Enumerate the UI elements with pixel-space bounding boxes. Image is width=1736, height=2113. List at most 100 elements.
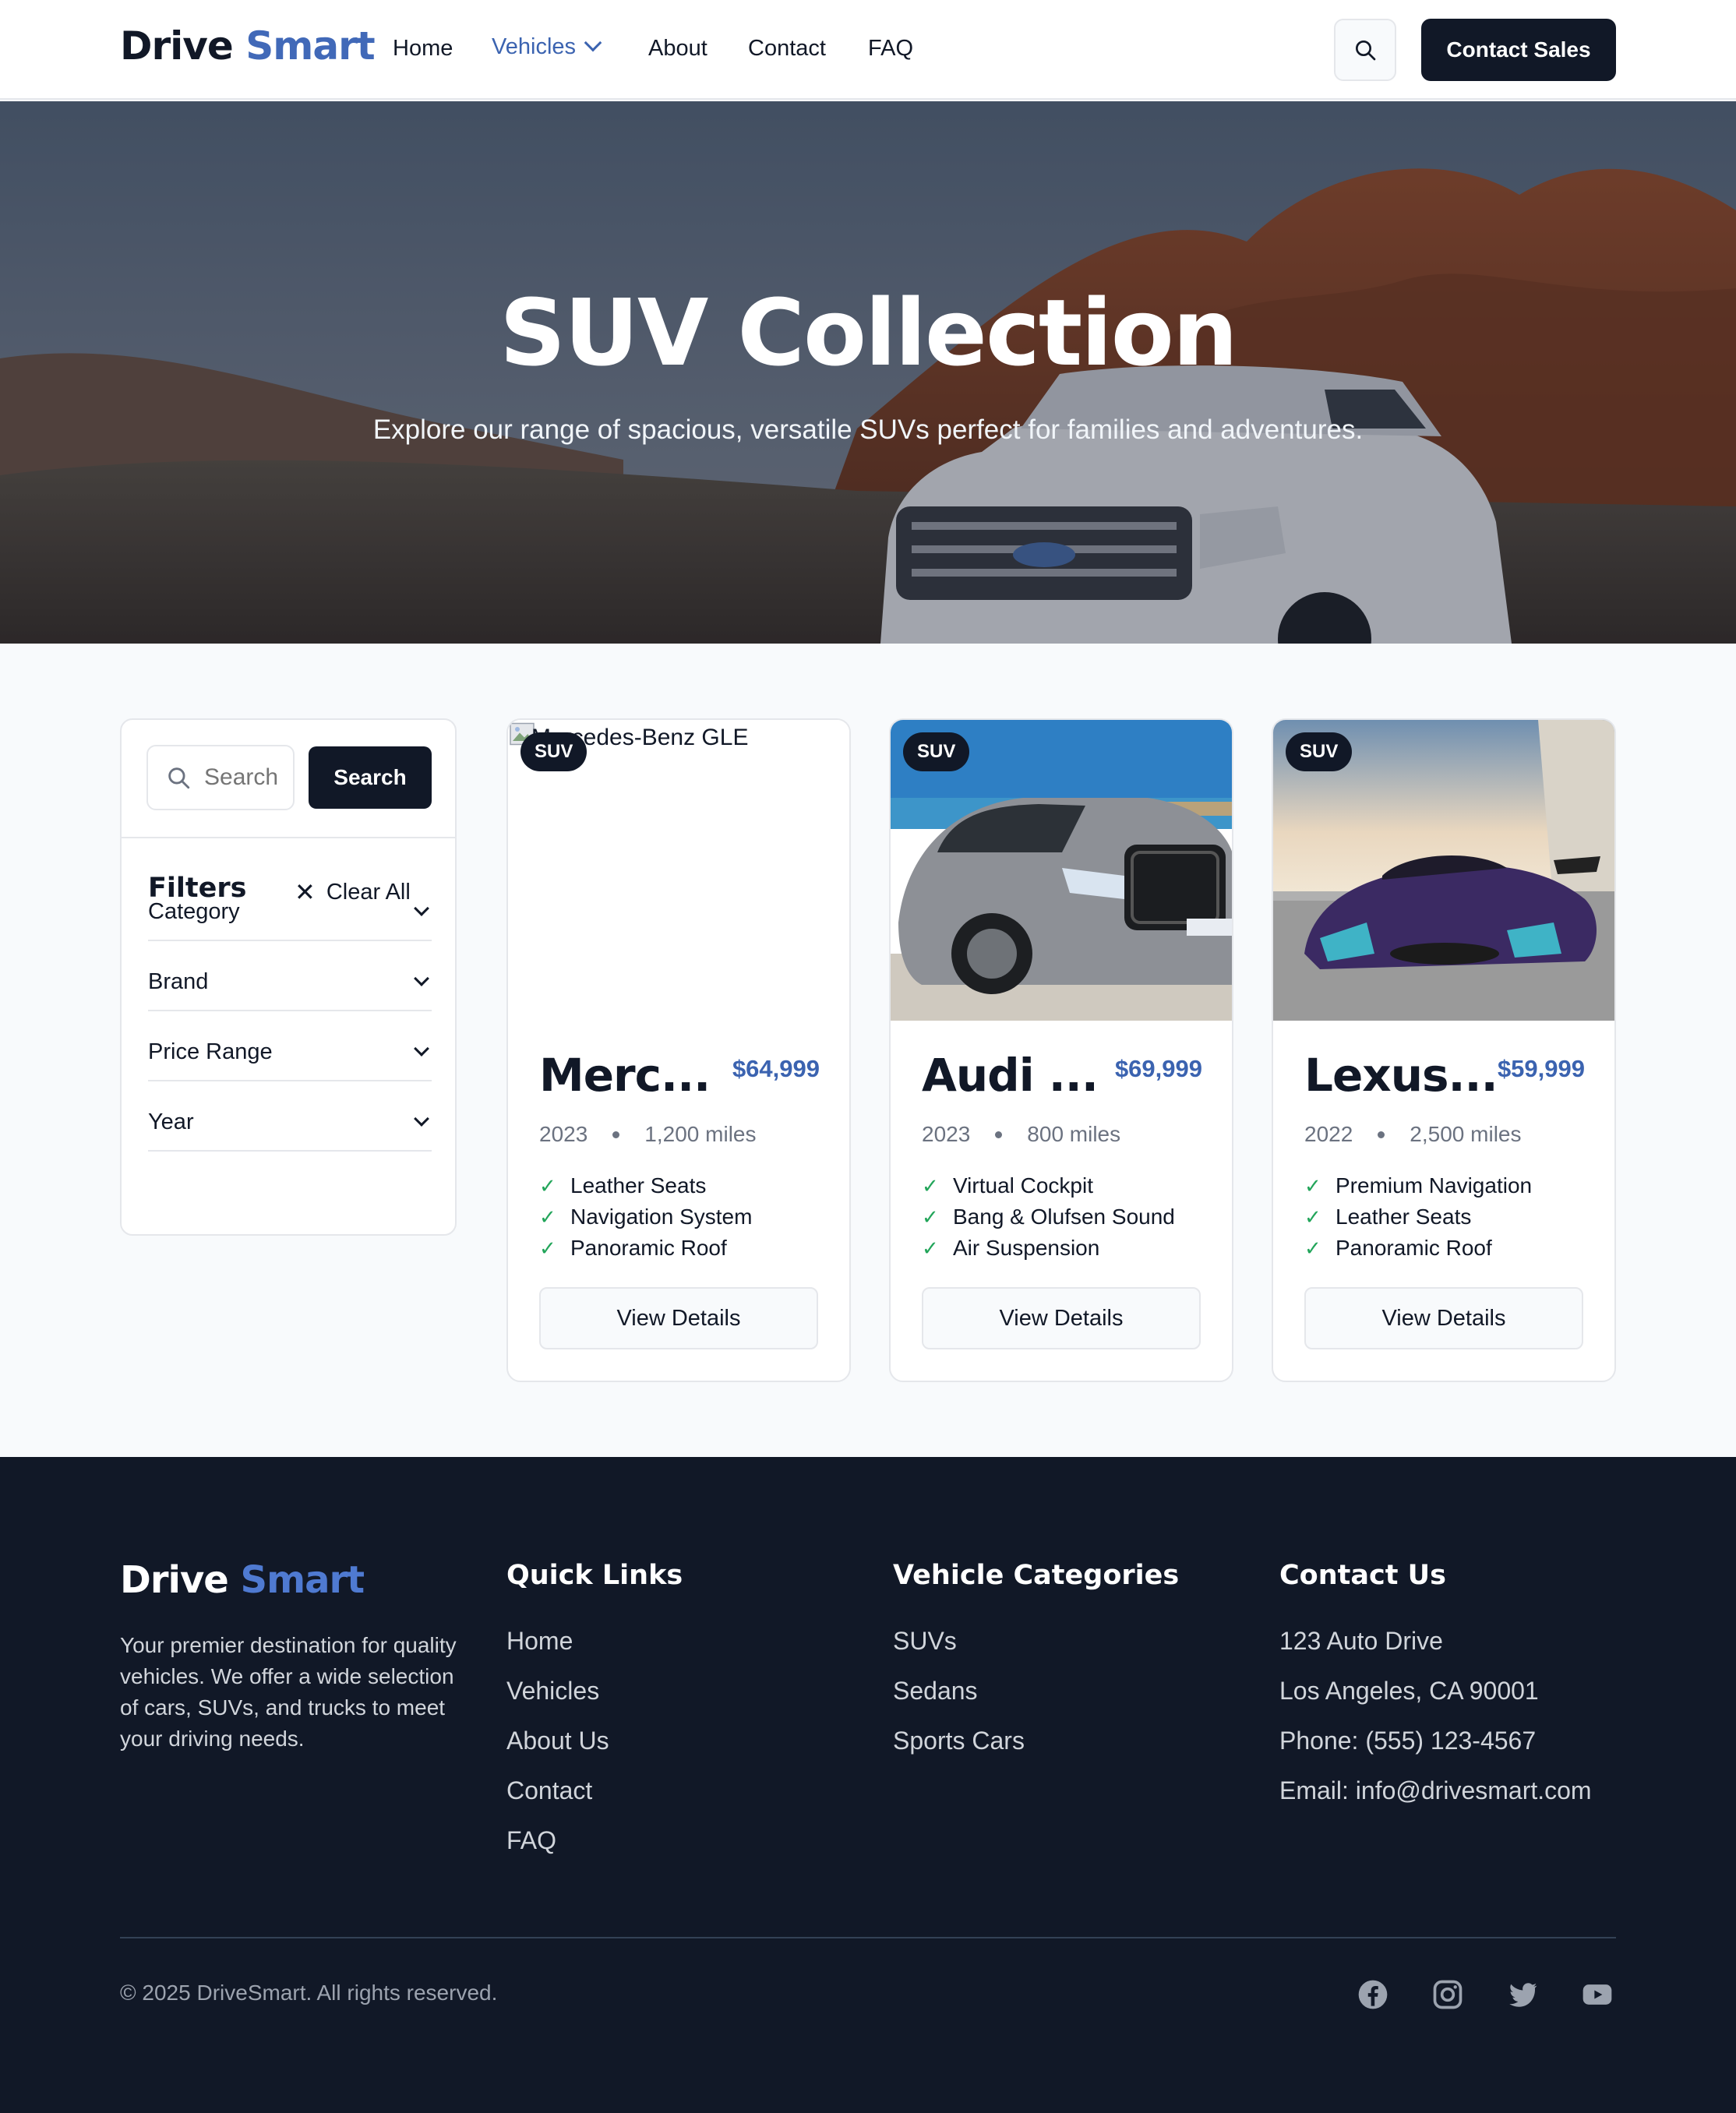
contact-sales-button[interactable]: Contact Sales	[1421, 19, 1616, 81]
footer-email: Email: info@drivesmart.com	[1279, 1776, 1592, 1804]
filter-brand[interactable]: Brand	[148, 954, 432, 1011]
footer-categories: SUVs Sedans Sports Cars	[893, 1627, 1025, 1776]
filter-label: Category	[148, 898, 240, 924]
footer-quick-links-title: Quick Links	[506, 1560, 683, 1591]
footer-divider	[120, 1937, 1616, 1938]
footer-copyright: © 2025 DriveSmart. All rights reserved.	[120, 1981, 498, 2005]
vehicle-card: SUV Audi ... $69,999 2023 800 miles ✓ Vir…	[889, 718, 1233, 1382]
footer-link-faq[interactable]: FAQ	[506, 1826, 609, 1876]
filter-price-range[interactable]: Price Range	[148, 1024, 432, 1081]
vehicle-card: Mercedes-Benz GLE SUV Merc... $64,999 20…	[506, 718, 851, 1382]
vehicle-meta: 2022 2,500 miles	[1304, 1122, 1521, 1147]
view-details-button[interactable]: View Details	[1304, 1287, 1583, 1349]
feature-item: ✓ Leather Seats	[539, 1170, 752, 1201]
vehicle-mileage: 2,500 miles	[1410, 1122, 1522, 1146]
vehicle-title: Audi ...	[922, 1049, 1099, 1102]
filter-year[interactable]: Year	[148, 1094, 432, 1152]
brand-word-smart: Smart	[240, 1558, 365, 1602]
footer-link-home[interactable]: Home	[506, 1627, 609, 1677]
feature-label: Leather Seats	[1336, 1205, 1472, 1229]
vehicle-price: $59,999	[1497, 1055, 1585, 1082]
footer-link-vehicles[interactable]: Vehicles	[506, 1677, 609, 1727]
feature-list: ✓ Premium Navigation ✓ Leather Seats ✓ Pano…	[1304, 1170, 1532, 1264]
vehicle-title: Merc...	[539, 1049, 711, 1102]
filter-label: Price Range	[148, 1039, 273, 1064]
view-details-button[interactable]: View Details	[539, 1287, 818, 1349]
footer-contact-title: Contact Us	[1279, 1560, 1446, 1591]
brand-word-smart: Smart	[245, 23, 375, 69]
hero-banner: SUV Collection Explore our range of spac…	[0, 101, 1736, 644]
feature-label: Panoramic Roof	[570, 1236, 727, 1260]
vehicle-year: 2023	[922, 1122, 971, 1146]
footer-brand-logo[interactable]: Drive Smart	[120, 1558, 365, 1602]
site-footer: Drive Smart Your premier destination for…	[0, 1457, 1736, 2113]
instagram-icon[interactable]	[1431, 1977, 1465, 2012]
nav-search-button[interactable]	[1334, 19, 1396, 81]
footer-address-street: 123 Auto Drive	[1279, 1627, 1443, 1655]
nav-link-vehicles[interactable]: Vehicles	[492, 34, 602, 60]
nav-link-faq[interactable]: FAQ	[868, 36, 913, 62]
filter-category[interactable]: Category	[148, 884, 432, 941]
footer-link-suvs[interactable]: SUVs	[893, 1627, 1025, 1677]
filter-label: Year	[148, 1109, 194, 1134]
search-icon	[168, 767, 190, 789]
footer-description: Your premier destination for quality veh…	[120, 1633, 457, 1751]
search-input[interactable]	[204, 764, 282, 791]
brand-word-drive: Drive	[120, 1558, 229, 1602]
footer-link-contact[interactable]: Contact	[506, 1776, 609, 1826]
vehicle-title: Lexus...	[1304, 1049, 1498, 1102]
separator-dot	[995, 1131, 1003, 1138]
page-title: SUV Collection	[499, 279, 1238, 386]
brand-word-drive: Drive	[120, 23, 234, 69]
feature-item: ✓ Bang & Olufsen Sound	[922, 1201, 1175, 1233]
search-field[interactable]	[146, 745, 295, 810]
category-badge: SUV	[903, 732, 970, 771]
check-icon: ✓	[922, 1173, 939, 1198]
search-button[interactable]: Search	[309, 746, 432, 809]
chevron-down-icon	[584, 34, 602, 52]
feature-item: ✓ Premium Navigation	[1304, 1170, 1532, 1201]
footer-phone: Phone: (555) 123-4567	[1279, 1727, 1537, 1755]
feature-label: Panoramic Roof	[1336, 1236, 1492, 1260]
check-icon: ✓	[922, 1205, 939, 1229]
search-icon	[1356, 41, 1376, 61]
vehicle-price: $69,999	[1114, 1055, 1202, 1082]
check-icon: ✓	[1304, 1236, 1321, 1260]
youtube-icon[interactable]	[1580, 1977, 1614, 2012]
feature-label: Virtual Cockpit	[953, 1173, 1094, 1198]
vehicle-year: 2023	[539, 1122, 588, 1146]
feature-list: ✓ Leather Seats ✓ Navigation System ✓ Panor…	[539, 1170, 752, 1264]
nav-link-about[interactable]: About	[648, 36, 707, 62]
vehicle-mileage: 800 miles	[1027, 1122, 1121, 1146]
vehicle-mileage: 1,200 miles	[644, 1122, 757, 1146]
feature-item: ✓ Air Suspension	[922, 1233, 1175, 1264]
feature-label: Leather Seats	[570, 1173, 707, 1198]
footer-link-about[interactable]: About Us	[506, 1727, 609, 1776]
vehicle-year: 2022	[1304, 1122, 1353, 1146]
facebook-icon[interactable]	[1356, 1977, 1390, 2012]
chevron-down-icon	[414, 901, 429, 916]
check-icon: ✓	[539, 1236, 556, 1260]
check-icon: ✓	[1304, 1205, 1321, 1229]
category-badge: SUV	[520, 732, 587, 771]
footer-quick-links: Home Vehicles About Us Contact FAQ	[506, 1627, 609, 1876]
brand-logo[interactable]: Drive Smart	[120, 23, 376, 69]
feature-label: Bang & Olufsen Sound	[953, 1205, 1175, 1229]
feature-label: Air Suspension	[953, 1236, 1100, 1260]
nav-link-home[interactable]: Home	[393, 36, 453, 62]
twitter-icon[interactable]	[1505, 1977, 1540, 2012]
feature-item: ✓ Panoramic Roof	[1304, 1233, 1532, 1264]
check-icon: ✓	[539, 1173, 556, 1198]
footer-link-sedans[interactable]: Sedans	[893, 1677, 1025, 1727]
chevron-down-icon	[414, 1041, 429, 1056]
feature-list: ✓ Virtual Cockpit ✓ Bang & Olufsen Sound ✓…	[922, 1170, 1175, 1264]
footer-link-sports-cars[interactable]: Sports Cars	[893, 1727, 1025, 1776]
hero-subtitle: Explore our range of spacious, versatile…	[372, 414, 1364, 445]
category-badge: SUV	[1286, 732, 1353, 771]
nav-link-contact[interactable]: Contact	[748, 36, 826, 62]
view-details-button[interactable]: View Details	[922, 1287, 1201, 1349]
check-icon: ✓	[922, 1236, 939, 1260]
feature-item: ✓ Leather Seats	[1304, 1201, 1532, 1233]
vehicle-meta: 2023 800 miles	[922, 1122, 1120, 1147]
feature-item: ✓ Virtual Cockpit	[922, 1170, 1175, 1201]
